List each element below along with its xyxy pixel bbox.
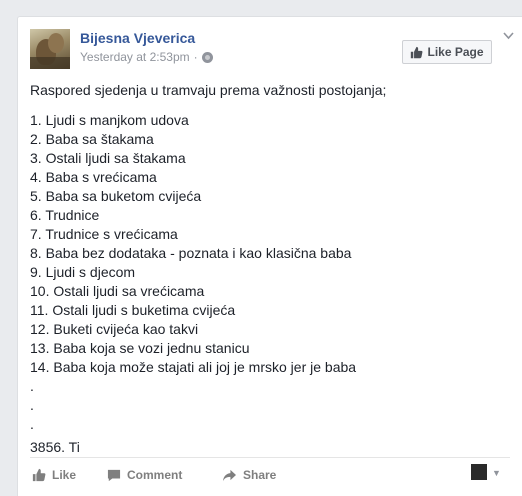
dot-line: . — [30, 397, 34, 413]
list-item: 2. Baba sa štakama — [30, 131, 154, 147]
list-item: 7. Trudnice s vrećicama — [30, 226, 178, 242]
meta-separator: · — [193, 50, 198, 64]
ellipsis-dots: . . . — [30, 377, 510, 434]
thumbs-up-icon — [411, 46, 423, 58]
post-card: Bijesna Vjeverica Yesterday at 2:53pm · … — [17, 16, 522, 496]
list-item: 11. Ostali ljudi s buketima cvijeća — [30, 302, 236, 318]
list-item: 9. Ljudi s djecom — [30, 264, 136, 280]
page-name-link[interactable]: Bijesna Vjeverica — [80, 30, 195, 46]
share-button[interactable]: Share — [222, 468, 276, 482]
globe-icon[interactable] — [201, 51, 213, 63]
list-item: 5. Baba sa buketom cvijeća — [30, 188, 202, 204]
thumbs-up-icon — [32, 468, 46, 482]
list-item: 4. Baba s vrećicama — [30, 169, 157, 185]
like-page-button[interactable]: Like Page — [402, 40, 492, 64]
like-button[interactable]: Like — [32, 468, 76, 482]
share-arrow-icon — [223, 469, 236, 481]
comment-icon — [107, 469, 121, 481]
post-intro: Raspored sjedenja u tramvaju prema važno… — [30, 82, 387, 98]
post-outro: 3856. Ti — [30, 439, 80, 455]
list-item: 12. Buketi cvijeća kao takvi — [30, 321, 199, 337]
post-meta: Yesterday at 2:53pm · — [80, 50, 213, 64]
post-actions-bar: Like Comment Share ▼ — [30, 457, 510, 493]
page-avatar[interactable] — [30, 29, 70, 69]
dot-line: . — [30, 416, 34, 432]
post-timestamp[interactable]: Yesterday at 2:53pm — [80, 50, 190, 64]
list-item: 1. Ljudi s manjkom udova — [30, 112, 189, 128]
list-item: 14. Baba koja može stajati ali joj je mr… — [30, 359, 357, 375]
comment-label: Comment — [127, 468, 183, 482]
list-item: 3. Ostali ljudi sa štakama — [30, 150, 186, 166]
post-header: Bijesna Vjeverica Yesterday at 2:53pm · … — [30, 29, 514, 69]
chevron-down-icon[interactable] — [503, 29, 514, 43]
list-item: 10. Ostali ljudi sa vrećicama — [30, 283, 205, 299]
share-label: Share — [243, 468, 277, 482]
dot-line: . — [30, 378, 34, 394]
list-item: 13. Baba koja se vozi jednu stanicu — [30, 340, 250, 356]
comment-button[interactable]: Comment — [107, 468, 182, 482]
like-page-label: Like Page — [427, 45, 484, 59]
post-body: Raspored sjedenja u tramvaju prema važno… — [30, 81, 510, 457]
list-item: 8. Baba bez dodataka - poznata i kao kla… — [30, 245, 352, 261]
viewer-avatar[interactable] — [471, 464, 487, 480]
like-label: Like — [52, 468, 77, 482]
list-item: 6. Trudnice — [30, 207, 100, 223]
seating-list: 1. Ljudi s manjkom udova 2. Baba sa štak… — [30, 111, 510, 377]
caret-down-icon[interactable]: ▼ — [492, 468, 501, 478]
